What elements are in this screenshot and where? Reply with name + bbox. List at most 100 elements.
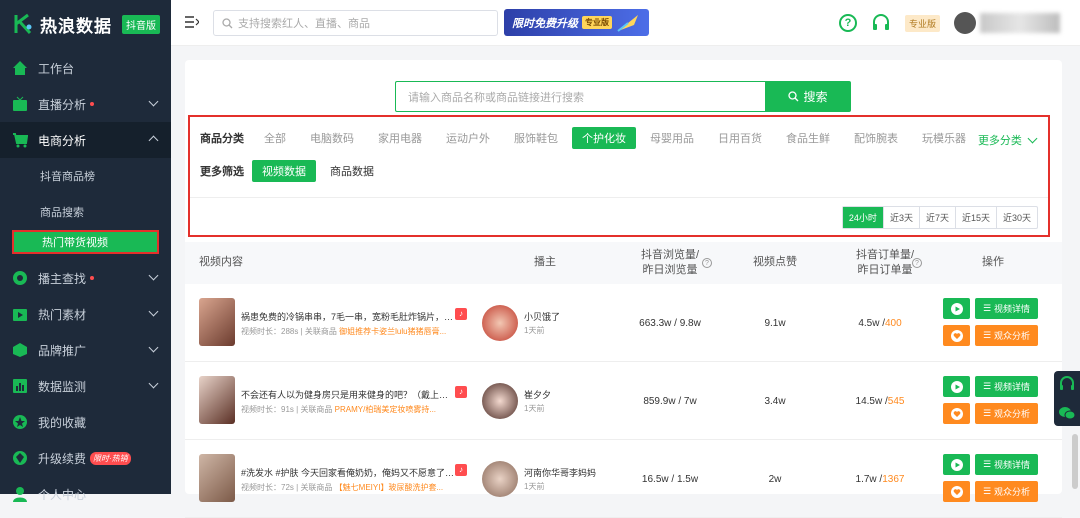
search-button-label: 搜索 <box>803 90 828 104</box>
video-duration: 视频时长：91s <box>241 405 294 414</box>
heart-button[interactable] <box>943 325 970 346</box>
related-product-link[interactable]: PRAMY/柏瑞美定妆喷雾持... <box>335 405 436 414</box>
category-chip[interactable]: 服饰鞋包 <box>504 127 568 149</box>
heart-button[interactable] <box>943 403 970 424</box>
heart-button[interactable] <box>943 481 970 502</box>
product-search-input[interactable]: 请输入商品名称或商品链接进行搜索 <box>395 81 765 112</box>
category-chip[interactable]: 家用电器 <box>368 127 432 149</box>
category-chip[interactable]: 食品生鲜 <box>776 127 840 149</box>
sidebar-item-label: 直播分析 <box>38 97 87 112</box>
anchor-avatar[interactable] <box>482 461 518 497</box>
row-actions: ☰ 视频详情 ☰ 观众分析 <box>943 298 1043 352</box>
orders-total: 14.5w / <box>855 395 888 407</box>
video-title[interactable]: 祸患免费的冷锅串串，7毛一串，宽粉毛肚炸锅片，go... <box>241 310 456 323</box>
headset-icon[interactable] <box>1054 371 1080 397</box>
play-button[interactable] <box>943 298 970 319</box>
product-data-tab[interactable]: 商品数据 <box>320 160 384 182</box>
category-chip[interactable]: 全部 <box>254 127 296 149</box>
audience-analysis-button[interactable]: ☰ 观众分析 <box>975 325 1038 346</box>
anchor-name[interactable]: 河南你华哥李妈妈 <box>524 466 596 479</box>
video-thumbnail[interactable] <box>199 454 235 502</box>
category-chip[interactable]: 运动户外 <box>436 127 500 149</box>
sidebar-item-profile[interactable]: 个人中心 <box>0 476 171 512</box>
col-orders-line2: 昨日订单量 <box>857 264 913 276</box>
audience-analysis-button[interactable]: ☰ 观众分析 <box>975 403 1038 424</box>
help-icon[interactable]: ? <box>838 14 857 32</box>
related-product-link[interactable]: 【魅七MEIYI】玻尿酸洗护套... <box>335 483 443 492</box>
sidebar-item-brand-promo[interactable]: 品牌推广 <box>0 332 171 368</box>
sidebar-item-label: 个人中心 <box>38 487 87 502</box>
scrollbar[interactable] <box>1072 434 1078 489</box>
heart-icon <box>950 329 963 342</box>
video-thumbnail[interactable] <box>199 298 235 346</box>
category-chip[interactable]: 电脑数码 <box>300 127 364 149</box>
video-detail-button[interactable]: ☰ 视频详情 <box>975 298 1038 319</box>
sidebar-subitem-product-search[interactable]: 商品搜索 <box>0 194 171 230</box>
heart-icon <box>950 407 963 420</box>
douyin-icon[interactable]: ♪ <box>455 386 467 398</box>
category-chip[interactable]: 配饰腕表 <box>844 127 908 149</box>
search-button[interactable]: 搜索 <box>765 81 851 112</box>
headset-icon[interactable] <box>871 13 891 33</box>
menu-fold-icon[interactable] <box>185 16 199 28</box>
sidebar-item-anchor-search[interactable]: 播主查找 <box>0 260 171 296</box>
anchor-name[interactable]: 崔夕夕 <box>524 388 551 401</box>
video-detail-button[interactable]: ☰ 视频详情 <box>975 376 1038 397</box>
category-chip[interactable]: 玩模乐器 <box>912 127 976 149</box>
sidebar-subitem-product-rank[interactable]: 抖音商品榜 <box>0 158 171 194</box>
related-product-label: 关联商品 <box>304 327 337 336</box>
help-icon[interactable]: ? <box>912 258 922 268</box>
related-product-link[interactable]: 御姐推荐卡姿兰lulu猪猪唇膏... <box>339 327 446 336</box>
brand[interactable]: 热浪数据 抖音版 <box>0 0 171 48</box>
sidebar-item-label: 工作台 <box>38 61 75 76</box>
play-button[interactable] <box>943 454 970 475</box>
help-icon[interactable]: ? <box>702 258 712 268</box>
sidebar-item-materials[interactable]: 热门素材 <box>0 296 171 332</box>
likes-value: 2w <box>768 473 782 485</box>
sidebar-item-ecommerce[interactable]: 电商分析 <box>0 122 171 158</box>
sidebar-item-monitoring[interactable]: 数据监测 <box>0 368 171 404</box>
douyin-icon[interactable]: ♪ <box>455 464 467 476</box>
play-button[interactable] <box>943 376 970 397</box>
time-tab-24h[interactable]: 24小时 <box>842 207 883 228</box>
orders-value: 14.5w / 545 <box>845 362 915 440</box>
user-menu[interactable] <box>954 12 1060 34</box>
wechat-icon[interactable] <box>1054 400 1080 426</box>
time-tab-3d[interactable]: 近3天 <box>882 207 919 228</box>
sidebar-item-workbench[interactable]: 工作台 <box>0 50 171 86</box>
douyin-icon[interactable]: ♪ <box>455 308 467 320</box>
avatar <box>954 12 976 34</box>
list-icon: ☰ <box>982 381 992 391</box>
video-title[interactable]: #洗发水 #护肤 今天回家看俺奶奶，俺妈又不愿意了！... <box>241 466 456 479</box>
username-blurred <box>980 13 1060 33</box>
sidebar-item-upgrade[interactable]: 升级续费 限时·热销 <box>0 440 171 476</box>
upgrade-banner[interactable]: 限时免费升级 专业版 <box>504 9 649 36</box>
video-detail-button[interactable]: ☰ 视频详情 <box>975 454 1038 475</box>
cube-icon <box>13 343 27 357</box>
category-chip[interactable]: 母婴用品 <box>640 127 704 149</box>
video-data-tab[interactable]: 视频数据 <box>252 160 316 182</box>
video-meta: 视频时长：91s | 关联商品 PRAMY/柏瑞美定妆喷雾持... <box>241 405 437 414</box>
video-detail-label: 视频详情 <box>994 304 1031 314</box>
sidebar-item-favorites[interactable]: 我的收藏 <box>0 404 171 440</box>
anchor-avatar[interactable] <box>482 305 518 341</box>
sidebar-subitem-hot-videos[interactable]: 热门带货视频 <box>12 230 159 254</box>
video-thumbnail[interactable] <box>199 376 235 424</box>
category-chip-selected[interactable]: 个护化妆 <box>572 127 636 149</box>
anchor-name[interactable]: 小贝饿了 <box>524 310 560 323</box>
more-categories-toggle[interactable]: 更多分类 <box>978 132 1038 148</box>
video-meta: 视频时长：288s | 关联商品 御姐推荐卡姿兰lulu猪猪唇膏... <box>241 327 447 336</box>
col-ops: 操作 <box>982 256 1004 269</box>
video-title[interactable]: 不会还有人以为健身房只是用来健身的吧？（戴上耳机... <box>241 388 456 401</box>
time-tab-15d[interactable]: 近15天 <box>954 207 996 228</box>
time-tab-7d[interactable]: 近7天 <box>918 207 955 228</box>
row-actions: ☰ 视频详情 ☰ 观众分析 <box>943 454 1043 508</box>
top-search-input[interactable]: 支持搜索红人、直播、商品 <box>213 10 498 36</box>
sidebar-item-live[interactable]: 直播分析 <box>0 86 171 122</box>
anchor-avatar[interactable] <box>482 383 518 419</box>
time-tab-30d[interactable]: 近30天 <box>995 207 1037 228</box>
audience-analysis-button[interactable]: ☰ 观众分析 <box>975 481 1038 502</box>
category-chip[interactable]: 日用百货 <box>708 127 772 149</box>
edition-badge[interactable]: 抖音版 <box>122 14 160 34</box>
banner-tag: 专业版 <box>582 16 612 29</box>
